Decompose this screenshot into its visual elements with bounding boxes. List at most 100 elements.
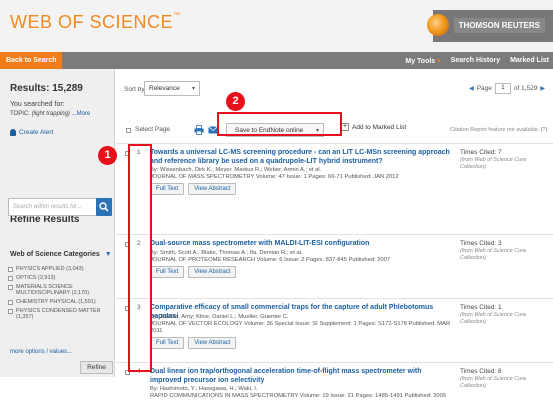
search-history-link[interactable]: Search History (451, 57, 500, 64)
print-icon[interactable] (194, 125, 204, 135)
record-authors: By: Wissenbach, Dirk K.; Meyer, Markus R… (150, 167, 322, 173)
checkbox[interactable] (8, 300, 13, 305)
result-record: 3 Comparative efficacy of small commerci… (116, 298, 553, 358)
page-number-input[interactable]: 1 (494, 83, 511, 94)
create-alert-label: Create Alert (19, 129, 54, 136)
times-cited-source: (from Web of Science Core Collection) (460, 248, 527, 261)
select-page[interactable]: Select Page (126, 126, 170, 133)
checkbox[interactable] (8, 267, 13, 272)
header: WEB OF SCIENCE™ THOMSON REUTERS (0, 0, 553, 52)
export-highlight-box (217, 112, 342, 136)
categories-heading[interactable]: Web of Science Categories ▼ (10, 251, 112, 258)
sidebar: Results: 15,289 You searched for: TOPIC:… (0, 69, 115, 377)
checkbox[interactable] (8, 309, 13, 314)
times-cited[interactable]: Times Cited: 8 (460, 368, 550, 375)
search-icon (99, 202, 109, 212)
record-authors: By: Smith, Scott A.; Blake, Thomas A.; I… (150, 250, 303, 256)
record-title[interactable]: Dual-source mass spectrometer with MALDI… (150, 240, 450, 249)
search-within-input[interactable]: Search within results for... (8, 198, 98, 216)
web-of-science-logo[interactable]: WEB OF SCIENCE™ (10, 12, 181, 33)
navbar: Back to Search My Tools ▾ Search History… (0, 52, 553, 69)
result-record: 1 Towards a universal LC-MS screening pr… (116, 143, 553, 207)
record-actions: Full Text View Abstract (150, 337, 237, 349)
category-label: OPTICS (2,913) (16, 275, 56, 281)
checkbox[interactable] (8, 285, 13, 290)
sort-value: Relevance (149, 85, 180, 92)
add-to-marked-list-button[interactable]: + Add to Marked List (341, 123, 406, 131)
chevron-down-icon: ▾ (437, 57, 441, 65)
record-authors: By: Junnila, Amy; Kline, Daniel L.; Muel… (150, 314, 289, 320)
full-text-button[interactable]: Full Text (150, 266, 185, 278)
plus-icon: + (341, 123, 349, 131)
category-item[interactable]: MATERIALS SCIENCE MULTIDISCIPLINARY (2,1… (8, 284, 112, 296)
add-marked-label: Add to Marked List (352, 123, 407, 131)
logo-text: WEB OF SCIENCE (10, 12, 174, 32)
times-cited-source: (from Web of Science Core Collection) (460, 157, 527, 170)
create-alert-link[interactable]: Create Alert (10, 129, 53, 136)
more-options-link[interactable]: more options / values... (10, 349, 72, 355)
my-tools-label: My Tools (405, 57, 436, 65)
category-item[interactable]: PHYSICS CONDENSED MATTER (1,357) (8, 308, 112, 320)
category-label: PHYSICS APPLIED (3,043) (16, 266, 84, 272)
back-to-search-button[interactable]: Back to Search (0, 52, 62, 69)
topic-query: (light trapping) (31, 111, 70, 117)
category-list: PHYSICS APPLIED (3,043) OPTICS (2,913) M… (8, 266, 112, 323)
times-cited[interactable]: Times Cited: 7 (460, 149, 550, 156)
category-label: CHEMISTRY PHYSICAL (1,591) (16, 299, 96, 305)
category-item[interactable]: CHEMISTRY PHYSICAL (1,591) (8, 299, 112, 305)
page-total: of 1,529 (513, 85, 538, 92)
times-cited[interactable]: Times Cited: 3 (460, 240, 550, 247)
record-authors: By: Hashimoto, Y.; Hasegawa, H.; Waki, I… (150, 386, 258, 392)
full-text-button[interactable]: Full Text (150, 183, 185, 195)
thomson-reuters-icon (426, 14, 449, 36)
topic-prefix: TOPIC: (10, 111, 32, 117)
times-cited[interactable]: Times Cited: 1 (460, 304, 550, 311)
result-record: 2 Dual-source mass spectrometer with MAL… (116, 234, 553, 290)
thomson-reuters-logo: THOMSON REUTERS (426, 14, 545, 36)
view-abstract-button[interactable]: View Abstract (188, 266, 237, 278)
category-item[interactable]: OPTICS (2,913) (8, 275, 112, 281)
bell-icon (10, 129, 16, 136)
checkbox[interactable] (8, 276, 13, 281)
record-title[interactable]: Towards a universal LC-MS screening proc… (150, 149, 450, 166)
refine-button[interactable]: Refine (80, 361, 113, 374)
prev-page-icon[interactable]: ◀ (469, 85, 474, 92)
chevron-down-icon: ▾ (191, 86, 195, 92)
publisher-name: THOMSON REUTERS (453, 17, 545, 33)
category-item[interactable]: PHYSICS APPLIED (3,043) (8, 266, 112, 272)
next-page-icon[interactable]: ▶ (540, 85, 545, 92)
times-cited-source: (from Web of Science Core Collection) (460, 376, 527, 389)
my-tools-link[interactable]: My Tools ▾ (405, 57, 440, 65)
select-page-label: Select Page (135, 126, 171, 133)
annotation-badge-1: 1 (98, 146, 117, 165)
marked-list-link[interactable]: Marked List (510, 57, 549, 64)
select-page-checkbox[interactable] (126, 127, 131, 133)
record-actions: Full Text View Abstract (150, 183, 237, 195)
results-count: Results: 15,289 (10, 83, 83, 94)
logo-tm: ™ (173, 12, 181, 19)
nav-links: My Tools ▾ Search History Marked List (405, 52, 549, 69)
annotation-badge-2: 2 (226, 92, 245, 111)
record-actions: Full Text View Abstract (150, 266, 237, 278)
checkbox-highlight-box (128, 144, 152, 372)
triangle-down-icon: ▼ (104, 251, 112, 258)
record-source: RAPID COMMUNICATIONS IN MASS SPECTROMETR… (150, 393, 447, 399)
full-text-button[interactable]: Full Text (150, 337, 185, 349)
sort-bar: Sort by: Relevance ▾ ◀ Page 1 of 1,529 ▶ (116, 69, 553, 113)
searched-for-label: You searched for: (10, 101, 65, 108)
record-source: JOURNAL OF PROTEOME RESEARCH Volume: 6 I… (150, 257, 391, 263)
citation-report-note: Citation Report feature not available. [… (450, 127, 547, 133)
view-abstract-button[interactable]: View Abstract (188, 183, 237, 195)
record-source: JOURNAL OF VECTOR ECOLOGY Volume: 36 Spe… (150, 321, 451, 334)
result-record: 4 Dual linear ion trap/orthogonal accele… (116, 362, 553, 407)
pager: ◀ Page 1 of 1,529 ▶ (469, 83, 545, 94)
categories-title: Web of Science Categories (10, 251, 100, 258)
view-abstract-button[interactable]: View Abstract (188, 337, 237, 349)
category-label: PHYSICS CONDENSED MATTER (1,357) (16, 308, 101, 320)
page-label: Page (476, 85, 492, 92)
times-cited-source: (from Web of Science Core Collection) (460, 312, 527, 325)
sort-select[interactable]: Relevance ▾ (144, 81, 200, 96)
category-label: MATERIALS SCIENCE MULTIDISCIPLINARY (2,1… (16, 284, 90, 296)
search-within-button[interactable] (96, 198, 112, 216)
topic-more-link[interactable]: ...More (72, 111, 91, 117)
